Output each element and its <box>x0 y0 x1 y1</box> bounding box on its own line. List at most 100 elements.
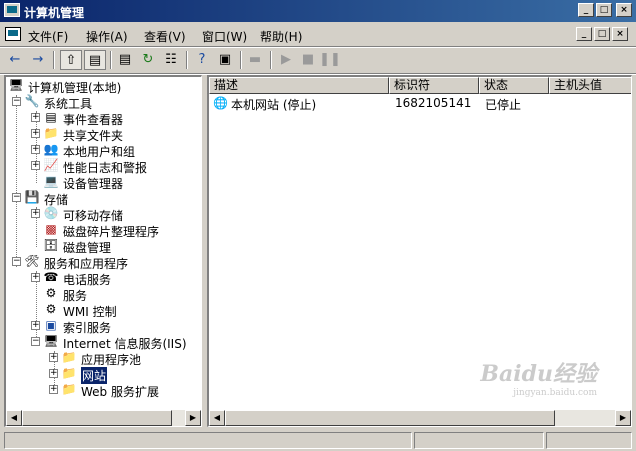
close-button[interactable]: × <box>616 3 632 17</box>
website-status: 已停止 <box>485 98 522 112</box>
indexing-icon: ▣ <box>45 318 57 332</box>
tree-item-label: 设备管理器 <box>63 177 124 191</box>
column-header-host-header[interactable]: 主机头值 <box>549 77 631 94</box>
website-stopped-icon: 🌐 <box>213 96 228 110</box>
mdi-restore-button[interactable]: □ <box>594 27 610 41</box>
expand-expander[interactable]: + <box>49 385 58 394</box>
websites-icon: 📁 <box>61 366 77 380</box>
export-list-icon[interactable]: ☷ <box>160 50 182 70</box>
tree-horizontal-scrollbar[interactable]: ◀ ▶ <box>6 410 201 426</box>
scrollbar-thumb[interactable] <box>22 410 172 426</box>
tree-item-label: 共享文件夹 <box>63 129 124 143</box>
shared-folder-icon: 📁 <box>43 126 59 140</box>
expand-expander[interactable]: + <box>31 273 40 282</box>
website-identifier: 1682105141 <box>395 96 472 110</box>
toolbar: ← → ⇧ ▤ ▤ ↻ ☷ ? ▣ ▬ ▶ ■ ❚❚ <box>0 48 636 72</box>
storage-icon: 💾 <box>24 190 40 204</box>
menu-view[interactable]: 查看(V) <box>144 28 186 45</box>
toolbar-separator <box>186 51 188 69</box>
scroll-left-icon[interactable]: ◀ <box>209 410 225 426</box>
show-hide-tree-icon[interactable]: ▤ <box>84 50 106 70</box>
menu-file[interactable]: 文件(F) <box>28 28 68 45</box>
expand-expander[interactable]: + <box>31 129 40 138</box>
toolbar-separator <box>270 51 272 69</box>
up-folder-icon[interactable]: ⇧ <box>60 50 82 70</box>
expand-expander[interactable]: + <box>49 353 58 362</box>
folder-icon: 📁 <box>61 382 77 396</box>
stop-icon[interactable]: ■ <box>297 50 319 70</box>
computer-management-icon: 🖥 <box>8 78 24 92</box>
toolbar-separator <box>53 51 55 69</box>
maximize-button[interactable]: □ <box>596 3 612 17</box>
watermark-text: Baidu经验 <box>480 361 597 387</box>
event-viewer-icon: ▤ <box>45 110 57 124</box>
play-icon[interactable]: ▶ <box>275 50 297 70</box>
menu-window[interactable]: 窗口(W) <box>202 28 247 45</box>
list-horizontal-scrollbar[interactable]: ◀ ▶ <box>209 410 631 426</box>
watermark-subtext: jingyan.baidu.com <box>513 388 597 398</box>
telephony-icon: ☎ <box>43 270 59 284</box>
tree-item-label: 电话服务 <box>63 273 112 287</box>
column-header-identifier[interactable]: 标识符 <box>389 77 479 94</box>
users-icon: 👥 <box>43 142 59 156</box>
website-description: 本机网站 (停止) <box>231 98 317 112</box>
tree-item-label: 网站 <box>81 367 108 384</box>
tree-item-label: 计算机管理(本地) <box>28 81 122 95</box>
expand-expander[interactable]: + <box>31 321 40 330</box>
scroll-left-icon[interactable]: ◀ <box>6 410 22 426</box>
mdi-minimize-button[interactable]: _ <box>576 27 592 41</box>
defrag-icon: ▩ <box>45 222 57 236</box>
details-list[interactable]: 描述 标识符 状态 主机头值 🌐 本机网站 (停止) 1682105141 已停… <box>207 75 632 427</box>
menu-bar: 文件(F) 操作(A) 查看(V) 窗口(W) 帮助(H) _ □ × <box>0 23 636 45</box>
menu-help[interactable]: 帮助(H) <box>260 28 302 45</box>
column-header-status[interactable]: 状态 <box>479 77 549 94</box>
services-icon: ⚙ <box>45 286 57 300</box>
expand-expander[interactable]: + <box>31 145 40 154</box>
tree-item-label: 本地用户和组 <box>63 145 136 159</box>
tree-item-label: Web 服务扩展 <box>81 385 159 399</box>
collapse-expander[interactable]: − <box>12 97 21 106</box>
computer-icon[interactable]: ▬ <box>244 50 266 70</box>
tree-item-label: 性能日志和警报 <box>63 161 148 175</box>
tree-item-label: 服务 <box>63 289 88 303</box>
performance-icon: 📈 <box>43 158 59 172</box>
computer-management-app-icon <box>4 3 20 17</box>
wmi-icon: ⚙ <box>45 302 57 316</box>
tree-item-label: WMI 控制 <box>63 305 117 319</box>
tree-guide-line <box>16 95 17 267</box>
document-icon[interactable] <box>5 27 21 41</box>
back-arrow-icon[interactable]: ← <box>4 50 26 70</box>
console-icon[interactable]: ▣ <box>214 50 236 70</box>
system-tools-icon: 🔧 <box>24 94 40 108</box>
console-tree[interactable]: 🖥 计算机管理(本地) − 🔧 系统工具 + ▤ 事件查看器 + 📁 共享文件夹… <box>4 75 202 427</box>
expand-expander[interactable]: + <box>31 113 40 122</box>
folder-icon: 📁 <box>61 350 77 364</box>
toolbar-separator <box>110 51 112 69</box>
pause-icon[interactable]: ❚❚ <box>319 50 341 70</box>
title-bar: 计算机管理 _ □ × <box>0 0 636 22</box>
collapse-expander[interactable]: − <box>12 193 21 202</box>
expand-expander[interactable]: + <box>31 161 40 170</box>
status-bar <box>0 430 636 451</box>
forward-arrow-icon[interactable]: → <box>27 50 49 70</box>
expand-expander[interactable]: + <box>31 209 40 218</box>
menu-action[interactable]: 操作(A) <box>86 28 128 45</box>
collapse-expander[interactable]: − <box>12 257 21 266</box>
scroll-right-icon[interactable]: ▶ <box>615 410 631 426</box>
collapse-expander[interactable]: − <box>31 337 40 346</box>
scroll-right-icon[interactable]: ▶ <box>185 410 201 426</box>
properties-icon[interactable]: ▤ <box>114 50 136 70</box>
expand-expander[interactable]: + <box>49 369 58 378</box>
list-item[interactable]: 🌐 本机网站 (停止) 1682105141 已停止 <box>211 95 631 112</box>
window-title: 计算机管理 <box>24 6 85 20</box>
tree-item-label: 磁盘碎片整理程序 <box>63 225 160 239</box>
column-header-description[interactable]: 描述 <box>209 77 389 94</box>
refresh-icon[interactable]: ↻ <box>137 50 159 70</box>
tree-item-label: 可移动存储 <box>63 209 124 223</box>
services-apps-icon: 🛠 <box>24 254 40 268</box>
scrollbar-thumb[interactable] <box>225 410 555 426</box>
status-panel-main <box>4 432 412 449</box>
mdi-close-button[interactable]: × <box>612 27 628 41</box>
help-icon[interactable]: ? <box>191 50 213 70</box>
minimize-button[interactable]: _ <box>578 3 594 17</box>
